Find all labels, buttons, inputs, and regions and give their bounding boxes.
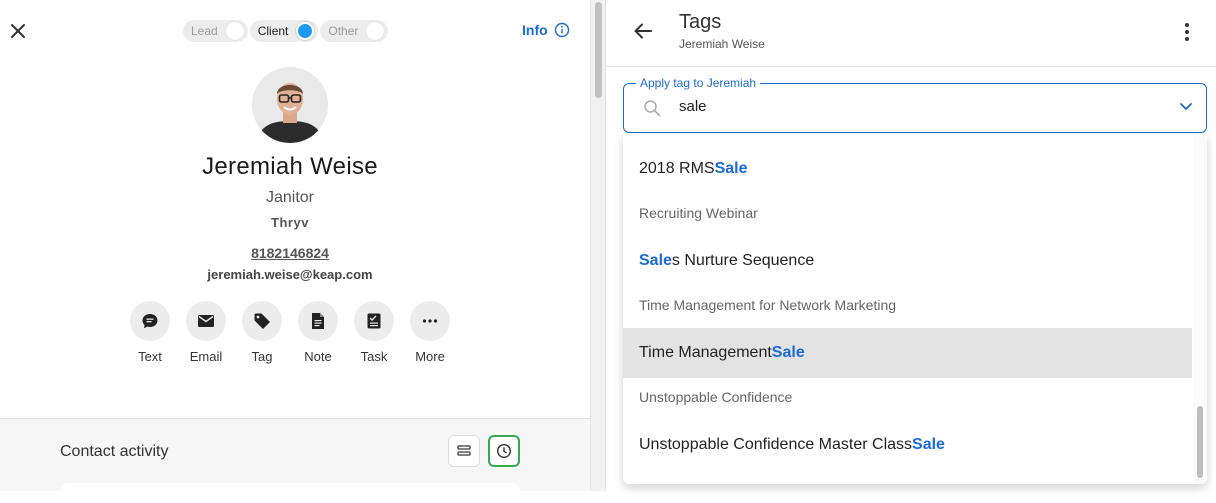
status-toggle-group: Lead Client Other [183, 20, 389, 42]
task-icon [367, 313, 381, 329]
dropdown-scrollbar-thumb[interactable] [1197, 406, 1203, 478]
status-toggle-label: Other [328, 24, 359, 38]
category-text: Unstoppable Confidence [639, 389, 793, 405]
action-label: Text [138, 349, 162, 364]
action-label: Email [189, 349, 223, 364]
tag-option[interactable]: Unstoppable Confidence Master Class Sale [623, 420, 1192, 470]
tag-option-highlighted[interactable]: Time Management Sale [623, 328, 1192, 378]
contact-panel: Lead Client Other Info Jeremiah Weise Ja… [0, 0, 590, 503]
tag-options-dropdown: 2018 RMS Sale Recruiting Webinar Sale s N… [623, 134, 1207, 484]
dropdown-scrollbar[interactable] [1193, 134, 1207, 484]
action-label: Note [304, 349, 332, 364]
contact-phone-link[interactable]: 8182146824 [0, 245, 580, 261]
tags-panel: Tags Jeremiah Weise Apply tag to Jeremia… [605, 0, 1216, 491]
tag-category-header: Recruiting Webinar [623, 192, 1192, 234]
chevron-down-icon[interactable] [1178, 98, 1194, 114]
category-text: Recruiting Webinar [639, 205, 758, 221]
text-action-button[interactable]: Text [122, 301, 178, 364]
back-arrow-icon[interactable] [632, 20, 654, 42]
status-toggle-label: Lead [191, 24, 218, 38]
tag-category-header: Unstoppable Confidence [623, 376, 1192, 418]
option-text: Time Management [639, 344, 772, 361]
info-icon [554, 22, 569, 38]
clock-icon [496, 443, 512, 459]
option-text: 2018 RMS [639, 160, 715, 177]
status-toggle-other[interactable]: Other [320, 20, 389, 42]
contact-activity-section: Contact activity [0, 418, 590, 503]
list-view-button[interactable] [448, 435, 480, 467]
tag-category-header: Time Management for Network Marketing [623, 284, 1192, 326]
kebab-menu-icon[interactable] [1178, 20, 1196, 44]
tag-action-circle [242, 301, 282, 341]
category-text: Time Management for Network Marketing [639, 297, 897, 313]
more-action-circle [410, 301, 450, 341]
action-label: More [415, 349, 445, 364]
option-match: Sale [639, 252, 672, 269]
info-link[interactable]: Info [522, 22, 570, 38]
email-action-circle [186, 301, 226, 341]
activity-card [60, 483, 520, 503]
tag-icon [254, 313, 270, 329]
list-view-icon [457, 445, 471, 456]
note-action-circle [298, 301, 338, 341]
action-label: Tag [251, 349, 273, 364]
status-toggle-label: Client [257, 24, 289, 38]
option-match: Sale [714, 160, 748, 177]
envelope-icon [198, 315, 214, 327]
tag-search-input[interactable] [679, 98, 1119, 115]
option-text: Unstoppable Confidence Master Class [639, 436, 913, 453]
close-icon[interactable] [8, 21, 28, 41]
action-label: Task [360, 349, 388, 364]
contact-name: Jeremiah Weise [202, 153, 378, 180]
apply-tag-field[interactable]: Apply tag to Jeremiah [623, 76, 1207, 133]
quick-actions: Text Email Tag Note Task More [122, 301, 458, 364]
text-action-circle [130, 301, 170, 341]
tags-panel-subtitle: Jeremiah Weise [679, 37, 765, 51]
contact-activity-title: Contact activity [60, 443, 169, 460]
note-action-button[interactable]: Note [290, 301, 346, 364]
toggle-knob [225, 22, 244, 40]
status-toggle-client[interactable]: Client [249, 20, 319, 42]
option-match: Sale [771, 344, 805, 361]
search-icon [644, 100, 661, 117]
tags-panel-title: Tags [679, 11, 722, 33]
contact-company: Thryv [271, 215, 309, 230]
header-divider [606, 66, 1216, 67]
info-label: Info [522, 22, 548, 38]
apply-tag-field-label: Apply tag to Jeremiah [636, 76, 761, 90]
page-scrollbar-thumb[interactable] [595, 2, 602, 98]
tag-option[interactable]: 2018 RMS Sale [623, 144, 1192, 194]
toggle-knob [296, 22, 315, 40]
tag-action-button[interactable]: Tag [234, 301, 290, 364]
task-action-button[interactable]: Task [346, 301, 402, 364]
avatar [252, 67, 328, 143]
option-match: Sale [912, 436, 945, 453]
contact-job-title: Janitor [265, 189, 315, 206]
toggle-knob [366, 22, 385, 40]
note-icon [312, 313, 324, 329]
more-action-button[interactable]: More [402, 301, 458, 364]
status-toggle-lead[interactable]: Lead [183, 20, 248, 42]
task-action-circle [354, 301, 394, 341]
chat-icon [142, 314, 158, 329]
tag-option[interactable]: Sale s Nurture Sequence [623, 236, 1192, 286]
more-icon [422, 319, 438, 323]
contact-email-link[interactable]: jeremiah.weise@keap.com [0, 267, 580, 282]
timeline-view-button[interactable] [488, 435, 520, 467]
page-scrollbar[interactable] [590, 0, 605, 491]
email-action-button[interactable]: Email [178, 301, 234, 364]
option-text-rest: s Nurture Sequence [671, 252, 815, 269]
